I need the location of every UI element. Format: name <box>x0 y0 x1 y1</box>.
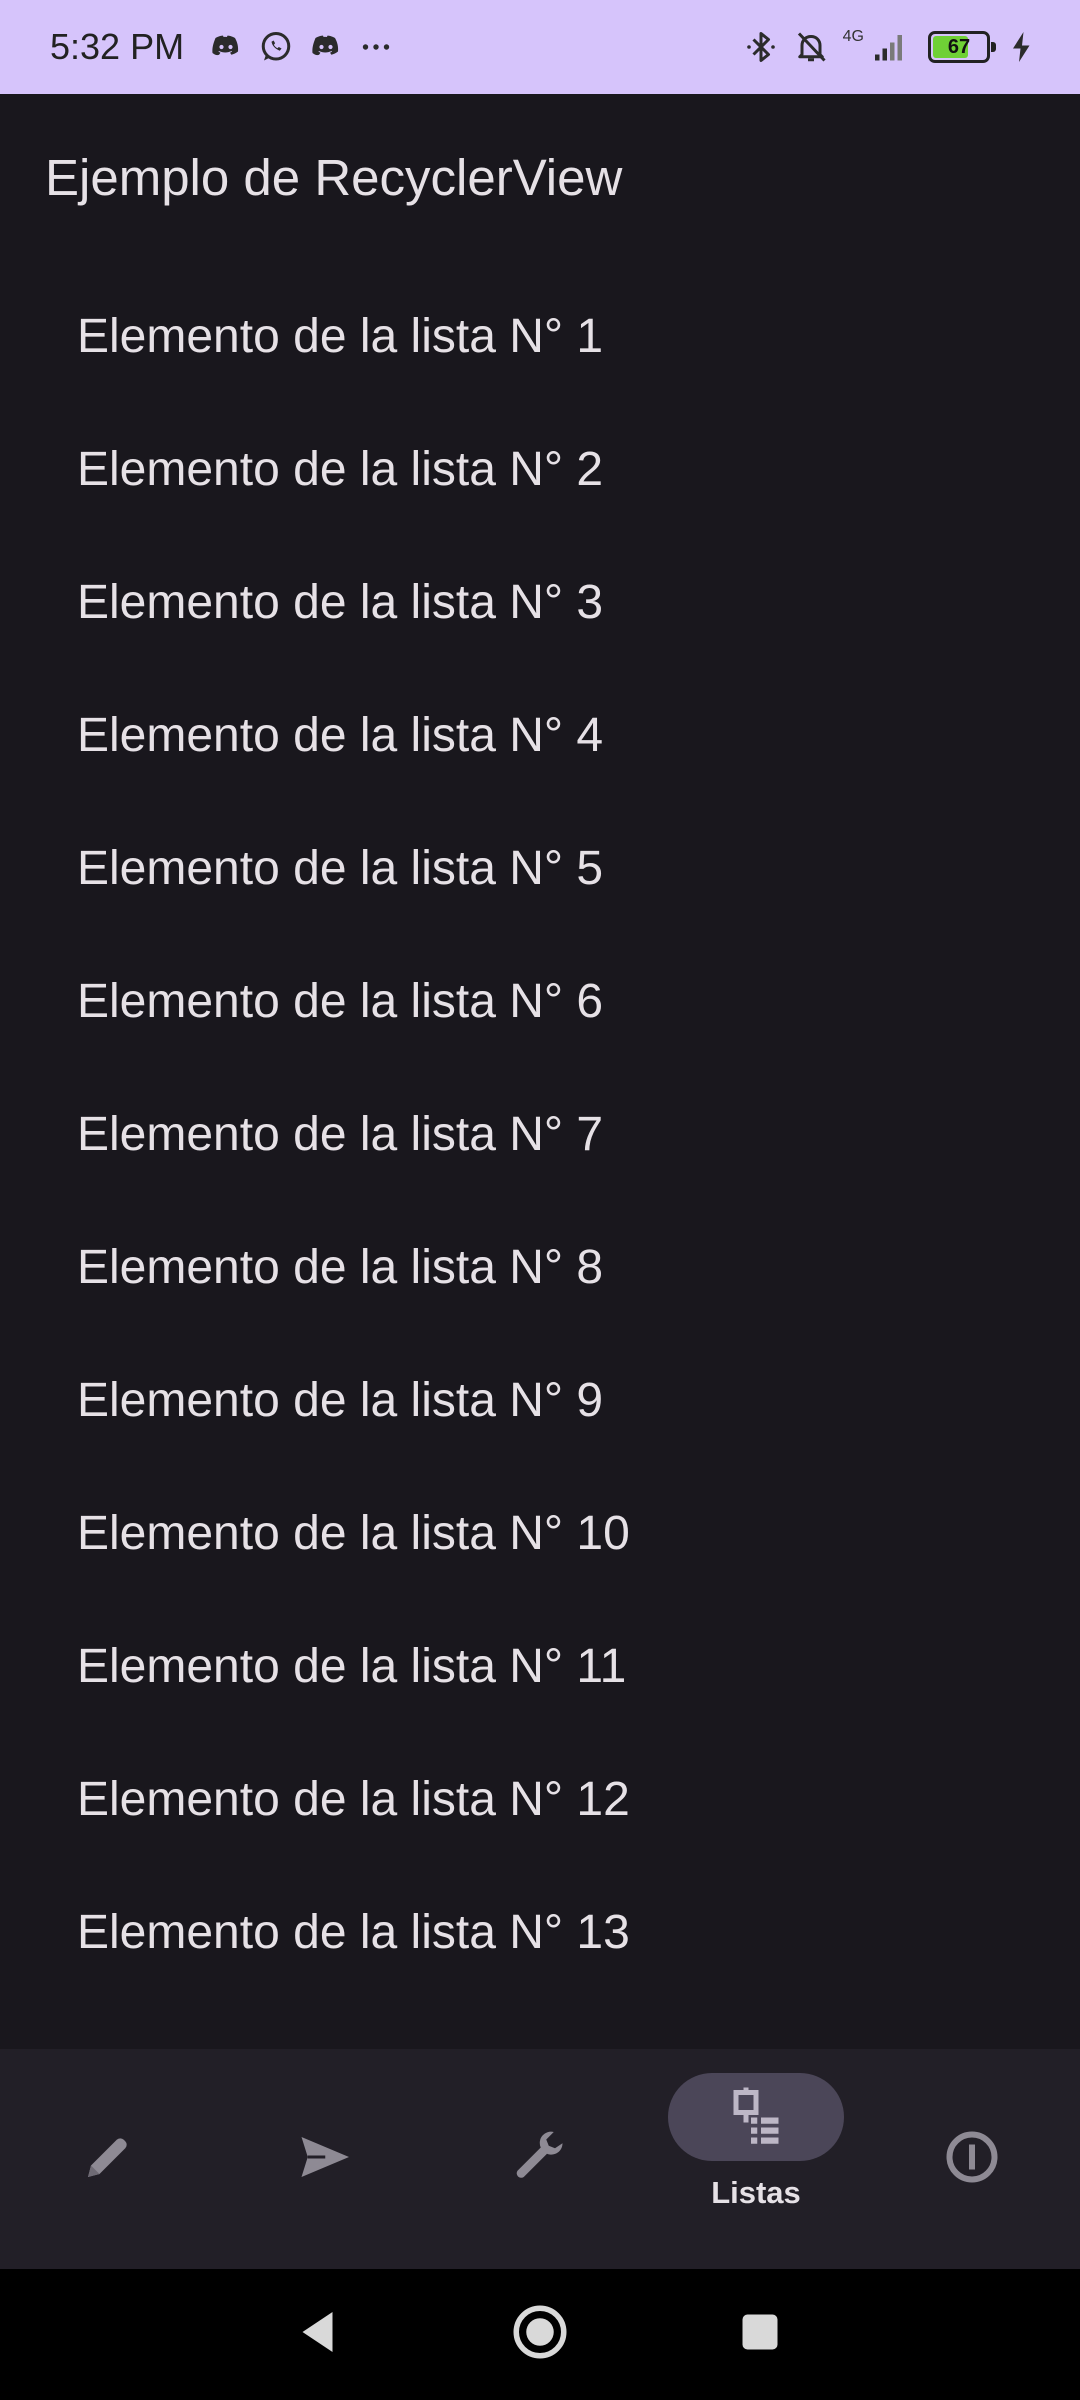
nav-active-indicator <box>668 2073 844 2161</box>
send-icon <box>294 2127 354 2192</box>
system-navigation-bar <box>0 2269 1080 2400</box>
page-title: Ejemplo de RecyclerView <box>45 149 623 206</box>
list-item[interactable]: Elemento de la lista N° 13 <box>0 1866 1080 1999</box>
list-item[interactable]: Elemento de la lista N° 9 <box>0 1334 1080 1467</box>
list-item[interactable]: Elemento de la lista N° 10 <box>0 1467 1080 1600</box>
list-item[interactable]: Elemento de la lista N° 6 <box>0 935 1080 1068</box>
battery-icon: 67 <box>928 31 996 63</box>
bottom-navigation: Listas <box>0 2049 1080 2269</box>
nav-item-send[interactable] <box>216 2049 432 2269</box>
status-right: 4G 67 <box>743 28 1040 65</box>
status-bar: 5:32 PM 4G 67 <box>0 0 1080 94</box>
bell-muted-icon <box>793 29 829 65</box>
list-item[interactable]: Elemento de la lista N° 11 <box>0 1600 1080 1733</box>
signal-icon <box>872 29 908 65</box>
nav-item-edit[interactable] <box>0 2049 216 2269</box>
recycler-list[interactable]: Elemento de la lista N° 1 Elemento de la… <box>0 270 1080 1999</box>
discord-icon <box>208 29 244 65</box>
more-dots-icon <box>358 29 394 65</box>
list-item[interactable]: Elemento de la lista N° 12 <box>0 1733 1080 1866</box>
nav-item-listas[interactable]: Listas <box>648 2049 864 2269</box>
list-item[interactable]: Elemento de la lista N° 2 <box>0 403 1080 536</box>
list-icon <box>726 2085 786 2150</box>
list-item[interactable]: Elemento de la lista N° 5 <box>0 802 1080 935</box>
status-time: 5:32 PM <box>50 26 185 67</box>
nav-item-tools[interactable] <box>432 2049 648 2269</box>
list-item[interactable]: Elemento de la lista N° 3 <box>0 536 1080 669</box>
discord-icon <box>308 29 344 65</box>
list-item[interactable]: Elemento de la lista N° 7 <box>0 1068 1080 1201</box>
home-icon[interactable] <box>510 2302 570 2367</box>
bluetooth-icon <box>743 29 779 65</box>
info-icon <box>942 2127 1002 2192</box>
wrench-icon <box>510 2127 570 2192</box>
whatsapp-icon <box>258 29 294 65</box>
recents-icon[interactable] <box>730 2302 790 2367</box>
list-item[interactable]: Elemento de la lista N° 4 <box>0 669 1080 802</box>
nav-item-info[interactable] <box>864 2049 1080 2269</box>
network-label: 4G <box>842 28 864 45</box>
list-item[interactable]: Elemento de la lista N° 8 <box>0 1201 1080 1334</box>
battery-level: 67 <box>947 35 971 58</box>
list-item[interactable]: Elemento de la lista N° 1 <box>0 270 1080 403</box>
status-left: 5:32 PM <box>50 26 394 68</box>
back-icon[interactable] <box>290 2302 350 2367</box>
pencil-icon <box>78 2127 138 2192</box>
screen: 5:32 PM 4G 67 Ejemplo de RecyclerView El… <box>0 0 1080 2400</box>
charging-icon <box>1004 29 1040 65</box>
nav-label-listas: Listas <box>711 2175 801 2210</box>
